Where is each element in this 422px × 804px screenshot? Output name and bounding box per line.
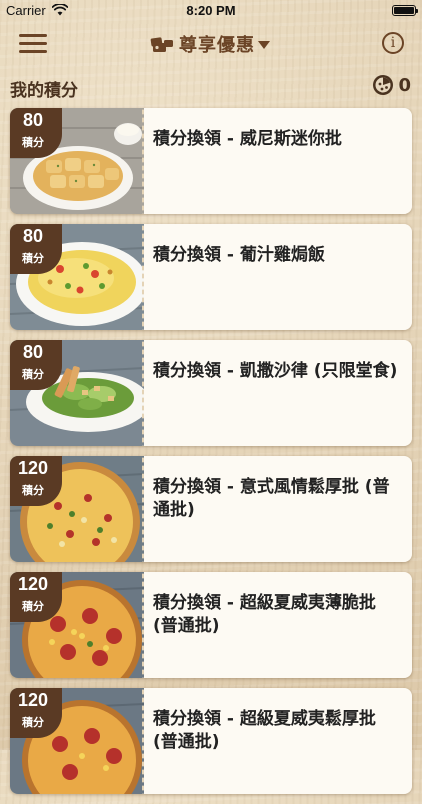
reward-title: 積分換領 - 意式風情鬆厚批 (普通批)	[153, 477, 390, 520]
status-bar: Carrier 8:20 PM	[0, 0, 422, 22]
info-icon[interactable]: i	[382, 32, 404, 54]
reward-body: 積分換領 - 超級夏威夷薄脆批 (普通批)	[144, 572, 412, 678]
points-badge: 80 積分	[10, 340, 62, 390]
badge-points: 120	[17, 690, 49, 710]
points-header: 我的積分 0	[0, 68, 422, 104]
points-badge: 120 積分	[10, 572, 62, 622]
battery-icon	[392, 5, 418, 16]
reward-body: 積分換領 - 意式風情鬆厚批 (普通批)	[144, 456, 412, 562]
badge-unit: 積分	[22, 716, 44, 729]
points-badge: 120 積分	[10, 456, 62, 506]
reward-body: 積分換領 - 威尼斯迷你批	[144, 108, 412, 214]
badge-unit: 積分	[22, 600, 44, 613]
nav-title: 尊享優惠	[179, 35, 255, 56]
menu-icon[interactable]	[19, 34, 47, 54]
reward-body: 積分換領 - 葡汁雞焗飯	[144, 224, 412, 330]
reward-title: 積分換領 - 超級夏威夷鬆厚批 (普通批)	[153, 709, 376, 752]
reward-card[interactable]: 積分換領 - 凱撒沙律 (只限堂食) 80 積分	[10, 340, 412, 446]
reward-card[interactable]: 積分換領 - 葡汁雞焗飯 80 積分	[10, 224, 412, 330]
points-badge: 80 積分	[10, 108, 62, 158]
reward-card[interactable]: 積分換領 - 威尼斯迷你批 80 積分	[10, 108, 412, 214]
nav-bar: 尊享優惠 i	[0, 22, 422, 66]
badge-unit: 積分	[22, 368, 44, 381]
points-title: 我的積分	[10, 81, 78, 101]
points-badge: 80 積分	[10, 224, 62, 274]
wallet-icon	[150, 37, 173, 52]
badge-unit: 積分	[22, 252, 44, 265]
reward-title: 積分換領 - 凱撒沙律 (只限堂食)	[153, 361, 398, 381]
points-badge: 120 積分	[10, 688, 62, 738]
badge-points: 120	[17, 574, 49, 594]
points-balance: 0	[372, 74, 411, 96]
badge-unit: 積分	[22, 484, 44, 497]
badge-points: 80	[22, 342, 44, 362]
offer-type-selector[interactable]: 尊享優惠	[150, 30, 270, 58]
reward-title: 積分換領 - 威尼斯迷你批	[153, 129, 342, 149]
reward-body: 積分換領 - 超級夏威夷鬆厚批 (普通批)	[144, 688, 412, 794]
status-time: 8:20 PM	[186, 3, 236, 18]
reward-card[interactable]: 積分換領 - 意式風情鬆厚批 (普通批) 120 積分	[10, 456, 412, 562]
reward-title: 積分換領 - 葡汁雞焗飯	[153, 245, 325, 265]
badge-points: 80	[22, 226, 44, 246]
rewards-list: 積分換領 - 威尼斯迷你批 80 積分 積分換領 - 葡汁雞焗飯 80 積分 積…	[10, 108, 412, 804]
badge-unit: 積分	[22, 136, 44, 149]
points-value: 0	[398, 74, 411, 96]
pizza-icon	[373, 75, 394, 95]
caret-down-icon	[258, 41, 270, 49]
badge-points: 120	[17, 458, 49, 478]
reward-card[interactable]: 積分換領 - 超級夏威夷鬆厚批 (普通批) 120 積分	[10, 688, 412, 794]
badge-points: 80	[22, 110, 44, 130]
reward-body: 積分換領 - 凱撒沙律 (只限堂食)	[144, 340, 412, 446]
reward-title: 積分換領 - 超級夏威夷薄脆批 (普通批)	[153, 593, 376, 636]
reward-card[interactable]: 積分換領 - 超級夏威夷薄脆批 (普通批) 120 積分	[10, 572, 412, 678]
